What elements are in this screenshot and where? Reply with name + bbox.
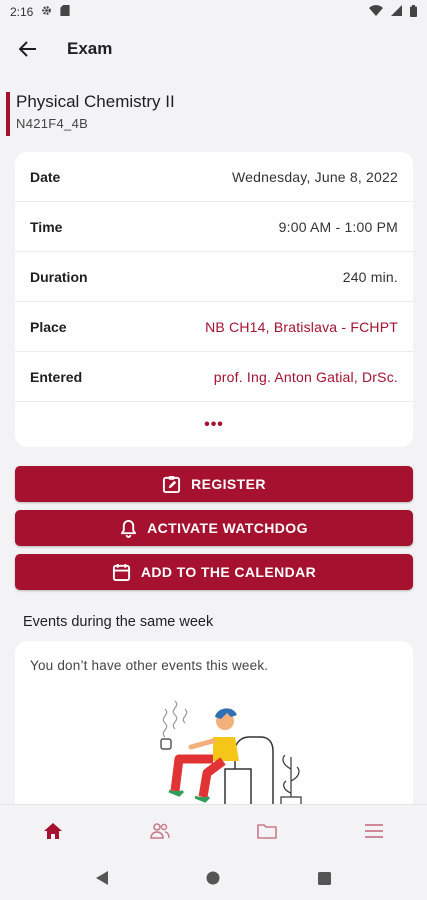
folder-icon	[257, 823, 277, 839]
detail-label: Date	[30, 168, 61, 185]
nav-tab-home[interactable]	[23, 811, 83, 851]
nav-tab-people[interactable]	[130, 811, 190, 851]
detail-row-duration: Duration 240 min.	[15, 252, 413, 302]
system-recents-button[interactable]	[318, 871, 331, 885]
course-name: Physical Chemistry II	[16, 92, 175, 111]
register-label: REGISTER	[191, 476, 266, 492]
people-icon	[150, 822, 170, 839]
square-recents-icon	[318, 871, 331, 885]
watchdog-label: ACTIVATE WATCHDOG	[147, 520, 308, 536]
page-title: Exam	[67, 39, 113, 58]
app-bar: Exam	[0, 28, 427, 70]
detail-label: Time	[30, 218, 63, 235]
home-icon	[44, 822, 63, 839]
events-card: You don’t have other events this week.	[15, 641, 413, 811]
detail-row-date: Date Wednesday, June 8, 2022	[15, 152, 413, 202]
detail-row-time: Time 9:00 AM - 1:00 PM	[15, 202, 413, 252]
course-header: Physical Chemistry II N421F4_4B	[6, 92, 175, 136]
register-button[interactable]: REGISTER	[15, 466, 413, 502]
system-navigation-bar	[0, 856, 427, 900]
edit-box-icon	[163, 475, 181, 493]
detail-row-place[interactable]: Place NB CH14, Bratislava - FCHPT	[15, 302, 413, 352]
no-events-text: You don’t have other events this week.	[30, 658, 269, 673]
place-link[interactable]: NB CH14, Bratislava - FCHPT	[205, 319, 398, 335]
nav-tab-files[interactable]	[237, 811, 297, 851]
status-time: 2:16	[10, 5, 34, 19]
detail-value: Wednesday, June 8, 2022	[232, 168, 398, 185]
battery-icon	[410, 4, 417, 20]
detail-row-entered[interactable]: Entered prof. Ing. Anton Gatial, DrSc.	[15, 352, 413, 402]
settings-status-icon	[41, 5, 52, 19]
activate-watchdog-button[interactable]: ACTIVATE WATCHDOG	[15, 510, 413, 546]
more-details-button[interactable]: •••	[15, 402, 413, 447]
signal-icon	[391, 5, 402, 19]
course-code: N421F4_4B	[16, 116, 89, 131]
status-bar: 2:16	[0, 0, 427, 24]
menu-icon	[364, 823, 383, 838]
detail-label: Place	[30, 318, 67, 335]
person-relaxing-illustration	[143, 700, 303, 808]
teacher-link[interactable]: prof. Ing. Anton Gatial, DrSc.	[214, 369, 398, 385]
wifi-icon	[369, 5, 383, 19]
nav-tab-menu[interactable]	[344, 811, 404, 851]
back-button[interactable]	[16, 37, 40, 61]
add-to-calendar-button[interactable]: ADD TO THE CALENDAR	[15, 554, 413, 590]
detail-value: 9:00 AM - 1:00 PM	[278, 218, 398, 235]
detail-value: 240 min.	[342, 268, 398, 285]
calendar-icon	[112, 563, 130, 581]
calendar-label: ADD TO THE CALENDAR	[140, 564, 317, 580]
events-section-title: Events during the same week	[23, 614, 214, 630]
circle-home-icon	[206, 871, 220, 885]
system-home-button[interactable]	[206, 871, 220, 885]
detail-label: Entered	[30, 368, 83, 385]
bottom-navigation	[0, 804, 427, 856]
detail-label: Duration	[30, 268, 88, 285]
bell-icon	[121, 519, 137, 538]
triangle-back-icon	[96, 871, 108, 885]
system-back-button[interactable]	[96, 871, 108, 885]
exam-details-card: Date Wednesday, June 8, 2022 Time 9:00 A…	[15, 152, 413, 447]
sd-card-status-icon	[60, 5, 70, 19]
arrow-back-icon	[19, 41, 36, 57]
